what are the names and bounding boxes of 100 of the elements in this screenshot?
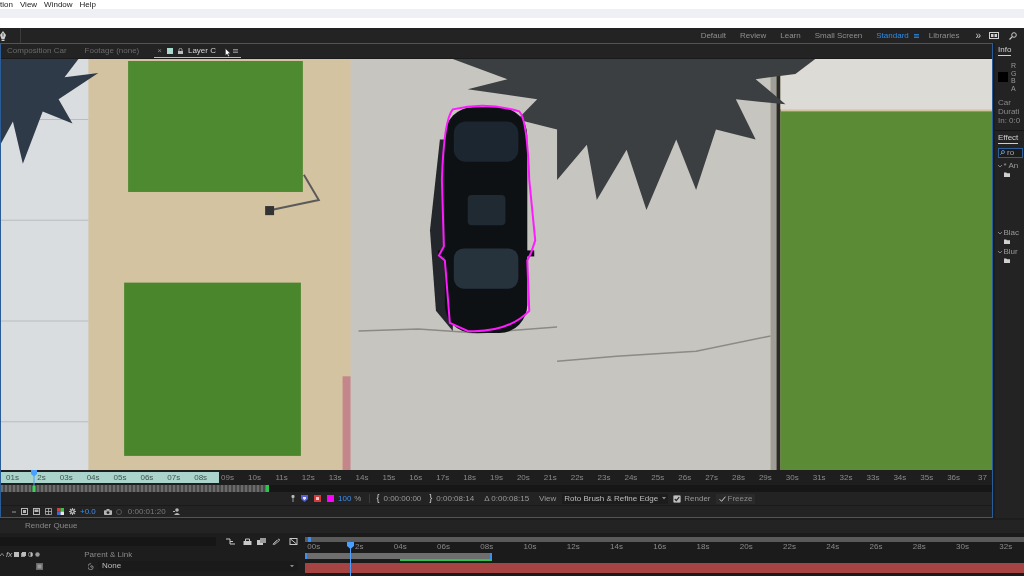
close-button[interactable]: ×: [157, 46, 162, 55]
square-icon[interactable]: [36, 562, 43, 570]
time-label: 29s: [758, 472, 772, 482]
info-text: Durati: [998, 107, 1021, 116]
time-label: 20s: [516, 472, 530, 482]
half-circle-icon[interactable]: [28, 552, 34, 557]
tree-item[interactable]: Blac: [1003, 228, 1020, 237]
check-icon: [718, 495, 726, 502]
time-label: 17s: [436, 472, 450, 482]
column-header: Parent & Link: [84, 550, 133, 559]
info-text: Car: [998, 98, 1012, 107]
menu-item[interactable]: tion: [0, 0, 13, 9]
time-label: 34s: [893, 472, 907, 482]
time-label: 31s: [812, 472, 826, 482]
circle-icon[interactable]: [35, 552, 41, 557]
out-point-time[interactable]: 0:00:08:14: [436, 494, 475, 503]
workspace-tab[interactable]: Default: [700, 31, 726, 40]
panel-tab[interactable]: Effect: [998, 133, 1019, 144]
spiral-icon[interactable]: [88, 562, 95, 570]
time-label: 04s: [86, 472, 100, 482]
square-icon[interactable]: [33, 508, 40, 515]
time-label: 11s: [275, 472, 288, 482]
time-label: 10s: [248, 472, 261, 482]
tree-item[interactable]: Blur: [1003, 247, 1018, 256]
tree-item[interactable]: * An: [1003, 161, 1019, 170]
workspace-tab[interactable]: Learn: [780, 31, 801, 40]
time-label: 28s: [912, 542, 926, 551]
flowchart-icon[interactable]: [226, 537, 235, 545]
nested-square-icon[interactable]: [314, 495, 321, 502]
time-label: 35s: [920, 472, 934, 482]
folder-icon[interactable]: [1004, 257, 1010, 263]
time-label: 12s: [566, 542, 580, 551]
in-point-time[interactable]: 0:00:00:00: [383, 494, 422, 503]
time-label: 15s: [382, 472, 396, 482]
folder-icon[interactable]: [1004, 238, 1010, 244]
out-point-button[interactable]: }: [429, 494, 433, 503]
time-label: 06s: [140, 472, 154, 482]
time-label: 06s: [437, 542, 450, 551]
menu-item[interactable]: View: [19, 0, 38, 9]
time-label: 33s: [866, 472, 880, 482]
panel-tab[interactable]: Info: [998, 46, 1012, 56]
color-swatch-icon[interactable]: [327, 495, 334, 502]
playhead[interactable]: [346, 542, 354, 576]
current-time[interactable]: 0:00:01:20: [127, 507, 166, 516]
view-dropdown[interactable]: Roto Brush & Refine Edge: [562, 493, 669, 504]
time-label: 28s: [732, 472, 745, 482]
search-icon[interactable]: [1009, 31, 1017, 40]
time-label: 19s: [490, 472, 503, 482]
time-label: 16s: [653, 542, 667, 551]
time-label: 18s: [463, 472, 477, 482]
panel-layout-icon[interactable]: [989, 32, 999, 39]
pen-nib-icon[interactable]: [0, 30, 6, 41]
menu-icon[interactable]: [232, 48, 238, 53]
time-label: 26s: [869, 542, 883, 551]
freeze-button[interactable]: Freeze: [715, 493, 756, 504]
folder-icon[interactable]: [1004, 171, 1010, 177]
time-label: 26s: [678, 472, 692, 482]
menu-item[interactable]: Window: [44, 0, 73, 9]
frame-icon[interactable]: [21, 508, 28, 515]
color-channels-icon[interactable]: [57, 508, 64, 515]
search-field[interactable]: ro: [998, 147, 1023, 158]
render-checkbox[interactable]: [673, 494, 682, 503]
playhead[interactable]: [30, 470, 37, 492]
time-label: 13s: [328, 472, 342, 482]
stack-icon[interactable]: [257, 537, 266, 545]
slashed-square-icon[interactable]: [289, 537, 298, 545]
lock-icon[interactable]: [177, 47, 183, 54]
time-label: 2s: [355, 542, 364, 551]
time-label: 16s: [409, 472, 423, 482]
navigator-handle-icon[interactable]: [308, 537, 311, 542]
workspace-tab[interactable]: Review: [740, 31, 767, 40]
in-point-button[interactable]: {: [376, 494, 380, 503]
menu-item[interactable]: Help: [79, 0, 96, 9]
workspace-tab[interactable]: Libraries: [928, 31, 960, 40]
time-label: 2s: [37, 472, 46, 482]
panel-tab[interactable]: Render Queue: [25, 522, 78, 531]
overflow-button[interactable]: »: [975, 30, 981, 41]
minus-icon[interactable]: [12, 510, 16, 513]
grid-icon[interactable]: [45, 508, 52, 515]
copy-icon[interactable]: [21, 552, 27, 557]
time-label: 25s: [651, 472, 665, 482]
person-icon[interactable]: [172, 508, 182, 515]
time-label: 00s: [307, 542, 321, 551]
menu-icon[interactable]: [913, 33, 919, 38]
gear-icon[interactable]: [69, 508, 76, 515]
time-label: 03s: [59, 472, 73, 482]
camera-icon[interactable]: [103, 508, 112, 515]
time-label: 22s: [570, 472, 584, 482]
opacity-value[interactable]: 100: [338, 494, 352, 503]
caret-up-icon[interactable]: [0, 553, 4, 556]
toolbox-icon[interactable]: [243, 537, 252, 545]
workspace-tab[interactable]: Small Screen: [814, 31, 863, 40]
time-label: 37: [978, 472, 987, 482]
pencil-icon[interactable]: [271, 537, 280, 545]
time-label: 22s: [783, 542, 796, 551]
shield-icon[interactable]: [301, 495, 308, 502]
label-swatch-icon: [166, 47, 173, 54]
exposure-value[interactable]: +0.0: [80, 507, 96, 516]
time-label: 09s: [221, 472, 234, 482]
workspace-tab[interactable]: Standard: [876, 31, 909, 40]
